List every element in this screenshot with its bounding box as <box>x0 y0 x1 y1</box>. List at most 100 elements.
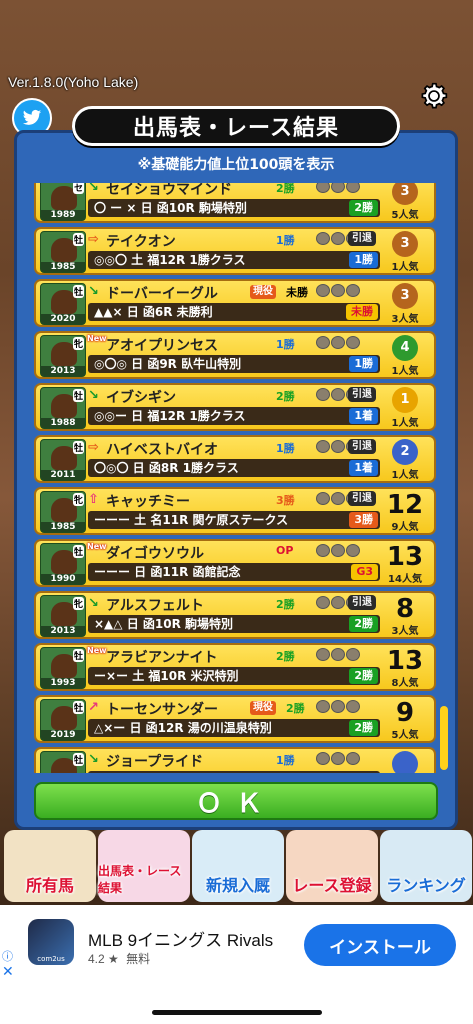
horse-portrait: 牡 1985 <box>40 231 86 273</box>
ability-icons <box>316 284 360 297</box>
race-result: 2勝 <box>349 668 378 684</box>
race-detail: ×▲△ 日 函10R 駒場特別 2勝 <box>88 615 380 633</box>
rank-box: 4 1人気 <box>380 333 430 377</box>
horseshoe-icon <box>331 544 345 557</box>
horse-row[interactable]: 牡 ↘ ジョープライド 1勝 <box>34 747 436 773</box>
rank-box: 3 5人気 <box>380 183 430 221</box>
popularity: 14人気 <box>388 574 422 585</box>
race-result: 1勝 <box>349 356 378 372</box>
race-name: 函8R 1勝クラス <box>148 461 239 475</box>
new-tag: New <box>87 646 107 655</box>
race-name: 函10R 駒場特別 <box>156 201 247 215</box>
sex-badge: 牡 <box>72 389 84 402</box>
horse-name: トーセンサンダー <box>106 702 218 718</box>
horse-row[interactable]: 牡 1993 New アラビアンナイト 2勝 ー×ー 土 福10R 米沢特別 2勝 13 8人気 <box>34 643 436 691</box>
race-detail: ▲▲× 日 函6R 未勝利 未勝 <box>88 303 380 321</box>
horseshoe-icon <box>316 596 330 609</box>
retired-badge: 引退 <box>348 491 376 506</box>
race-detail: ーーー 土 名11R 関ケ原ステークス 3勝 <box>88 511 380 529</box>
home-indicator[interactable] <box>152 1010 322 1015</box>
horseshoe-icon <box>346 284 360 297</box>
horse-row[interactable]: セ 1989 ↘ セイショウマインド 2勝〇 ー × 日 函10R 駒場特別 2勝 3 5人気 <box>34 183 436 223</box>
race-result: 2勝 <box>349 616 378 632</box>
horse-row[interactable]: 牡 2011 ⇨ ハイベストバイオ 1勝 引退 〇◎〇 日 函8R 1勝クラス 1着 2 1人気 <box>34 435 436 483</box>
trend-arrow-icon: ↗ <box>88 700 99 715</box>
finish-rank: 8 <box>395 594 415 624</box>
race-name: 函6R 未勝利 <box>142 305 213 319</box>
birth-year: 1989 <box>41 210 85 220</box>
horse-row[interactable]: 牡 2020 ↘ ドーバーイーグル 現役 未勝 ▲▲× 日 函6R 未勝利 未勝 3 3人気 <box>34 279 436 327</box>
horse-row[interactable]: 牡 2019 ↗ トーセンサンダー 現役 2勝 △×ー 日 函12R 湯の川温泉特別 2勝 9 5… <box>34 695 436 743</box>
race-name: 函12R 湯の川温泉特別 <box>145 721 272 735</box>
list-scrollbar[interactable] <box>440 706 448 770</box>
nav-label: 新規入厩 <box>205 876 270 895</box>
nav-button-5[interactable]: ランキング <box>380 830 472 902</box>
horse-portrait: 牡 1990 <box>40 543 86 585</box>
horse-name: アオイプリンセス <box>106 338 218 354</box>
nav-button-2[interactable]: 出馬表・レース結果 <box>98 830 190 902</box>
ad-app-icon[interactable]: com2us <box>28 919 74 965</box>
horseshoe-icon <box>316 183 330 193</box>
rank-box: 3 1人気 <box>380 229 430 273</box>
horse-portrait: 牡 <box>40 751 86 773</box>
horseshoe-icon <box>331 492 345 505</box>
sex-badge: 牡 <box>72 753 84 766</box>
prediction-marks: ◎〇◎ 日 <box>94 357 144 371</box>
horse-row[interactable]: 牝 2013 ↘ アルスフェルト 2勝 引退 ×▲△ 日 函10R 駒場特別 2勝 8 3人気 <box>34 591 436 639</box>
trend-arrow-icon: ↘ <box>88 596 99 611</box>
race-name: 名11R 関ケ原ステークス <box>150 513 289 527</box>
sex-badge: 牝 <box>72 493 84 506</box>
horseshoe-icon <box>331 388 345 401</box>
horseshoe-icon <box>316 544 330 557</box>
win-class: 1勝 <box>276 442 295 455</box>
race-result: G3 <box>351 564 378 580</box>
sex-badge: 牡 <box>72 441 84 454</box>
active-badge: 現役 <box>250 701 276 715</box>
horse-list[interactable]: セ 1989 ↘ セイショウマインド 2勝〇 ー × 日 函10R 駒場特別 2勝 3 5人気… <box>34 183 438 773</box>
race-detail: 〇 ー × 日 函10R 駒場特別 2勝 <box>88 199 380 217</box>
race-result: 2勝 <box>349 720 378 736</box>
ad-app-name[interactable]: MLB 9イニングス Rivals <box>88 926 273 951</box>
retired-badge: 引退 <box>348 387 376 402</box>
horseshoe-icon <box>316 700 330 713</box>
horse-row[interactable]: 牝 1985 ⇧ キャッチミー 3勝 引退 ーーー 土 名11R 関ケ原ステークス 3勝 12 9… <box>34 487 436 535</box>
prediction-marks: ーーー 土 <box>94 513 147 527</box>
horse-name: キャッチミー <box>106 494 190 510</box>
ability-icons <box>316 336 360 349</box>
horseshoe-icon <box>346 336 360 349</box>
birth-year: 2013 <box>41 366 85 376</box>
nav-button-1[interactable]: 所有馬 <box>4 830 96 902</box>
horseshoe-icon <box>316 648 330 661</box>
active-badge: 現役 <box>250 285 276 299</box>
horseshoe-icon <box>331 183 345 193</box>
install-button[interactable]: インストール <box>304 924 456 966</box>
prediction-marks: △×ー 日 <box>94 721 142 735</box>
bottom-nav: 所有馬 出馬表・レース結果 新規入厩 レース登録 ランキング <box>0 830 473 905</box>
horseshoe-icon <box>331 336 345 349</box>
race-name: 函10R 駒場特別 <box>142 617 234 631</box>
horse-row[interactable]: 牡 1988 ↘ イブシギン 2勝 引退 ◎◎ー 日 福12R 1勝クラス 1着 1 1人気 <box>34 383 436 431</box>
settings-gear-icon[interactable] <box>410 72 458 120</box>
nav-button-4[interactable]: レース登録 <box>286 830 378 902</box>
horse-row[interactable]: 牡 1985 ⇨ テイクオン 1勝 引退 ◎◎〇 土 福12R 1勝クラス 1勝 3 1人気 <box>34 227 436 275</box>
win-class: 2勝 <box>276 390 295 403</box>
retired-badge: 引退 <box>348 439 376 454</box>
horse-row[interactable]: 牡 1990 New ダイゴウソウル OP ーーー 日 函11R 函館記念 G3 13 14人気 <box>34 539 436 587</box>
ad-info-icon[interactable]: ⓘ <box>2 948 13 964</box>
ok-button[interactable]: ＯＫ <box>34 782 438 820</box>
nav-button-3[interactable]: 新規入厩 <box>192 830 284 902</box>
ad-close-icon[interactable]: ✕ <box>2 964 14 980</box>
prediction-marks: ーーー 日 <box>94 565 147 579</box>
horse-portrait: 牝 2013 <box>40 595 86 637</box>
prediction-marks: ×▲△ 日 <box>94 617 139 631</box>
rank-box: 12 9人気 <box>380 489 430 533</box>
horse-portrait: セ 1989 <box>40 183 86 221</box>
horseshoe-icon <box>346 752 360 765</box>
medal-icon: 4 <box>392 335 418 361</box>
sex-badge: 牝 <box>72 597 84 610</box>
win-class: 1勝 <box>276 754 295 767</box>
horse-name: アラビアンナイト <box>106 650 218 666</box>
horse-portrait: 牡 2020 <box>40 283 86 325</box>
horse-row[interactable]: 牝 2013 New アオイプリンセス 1勝 ◎〇◎ 日 函9R 臥牛山特別 1勝 4 1人気 <box>34 331 436 379</box>
rank-box: 9 5人気 <box>380 697 430 741</box>
